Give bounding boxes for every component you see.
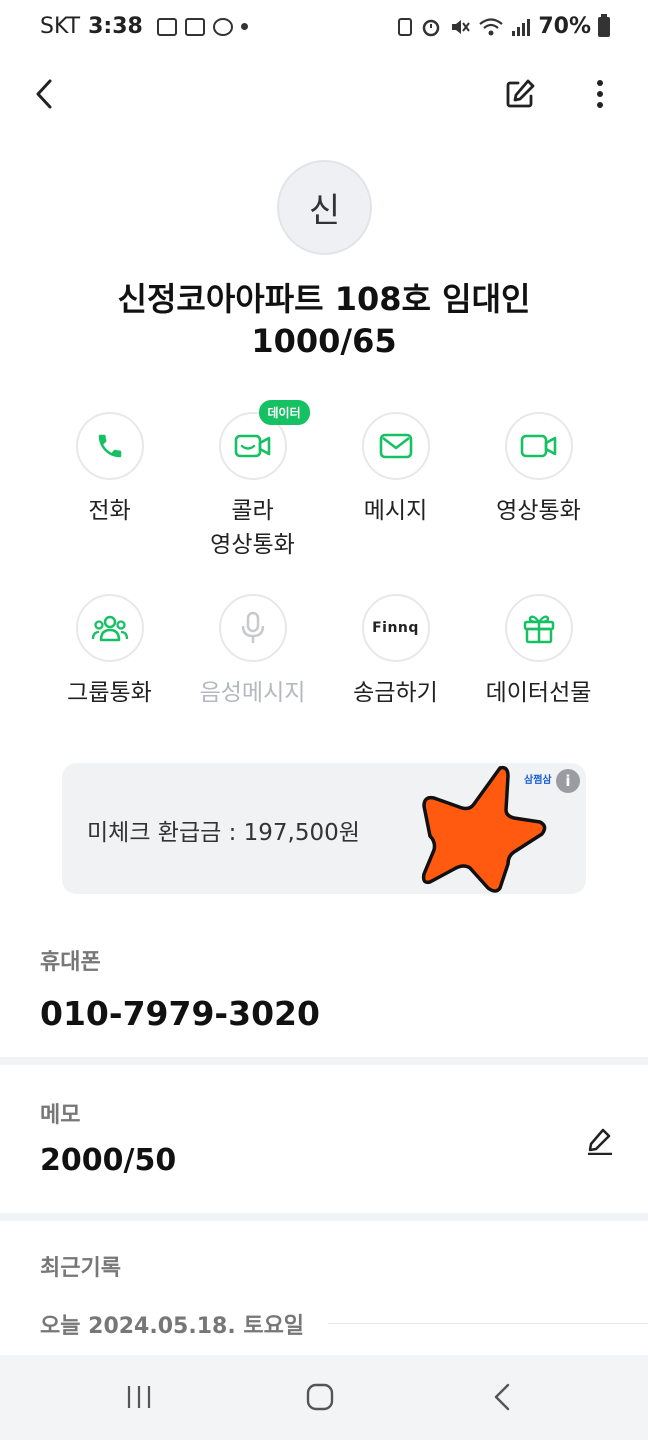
- pencil-icon: [588, 1128, 612, 1155]
- system-nav-bar: [0, 1355, 648, 1440]
- action-video-call[interactable]: 영상통화: [467, 412, 610, 528]
- edit-icon: [506, 79, 535, 108]
- gallery-icon: [156, 17, 177, 36]
- camera-icon: [520, 434, 556, 458]
- memo-edit-button[interactable]: [580, 1120, 620, 1160]
- contact-name: 신정코아아파트 108호 임대인 1000/65: [0, 278, 648, 362]
- info-icon[interactable]: i: [556, 769, 580, 793]
- carrier-label: SKT: [40, 14, 81, 39]
- status-right: 70%: [397, 13, 610, 39]
- edit-contact-button[interactable]: [498, 72, 542, 116]
- action-label: 콜라 영상통화: [210, 498, 295, 558]
- data-gift-button[interactable]: [504, 594, 573, 662]
- avatar-initial: 신: [308, 191, 341, 231]
- contact-name-line1: 신정코아아파트 108호 임대인: [117, 280, 531, 318]
- top-nav: [0, 64, 648, 124]
- action-voice-message[interactable]: 음성메시지: [181, 594, 324, 710]
- mail-icon: [379, 433, 412, 459]
- battery-icon: [598, 13, 610, 37]
- finnq-logo: Finnq: [372, 620, 419, 636]
- recent-apps-button[interactable]: [117, 1375, 161, 1419]
- clock: 3:38: [88, 14, 143, 39]
- battery-percent: 70%: [538, 14, 591, 39]
- nfc-icon: [398, 17, 413, 36]
- video-call-button[interactable]: [504, 412, 573, 480]
- more-vertical-icon: [597, 80, 603, 108]
- chevron-left-icon: [36, 79, 52, 109]
- home-icon: [306, 1383, 334, 1411]
- alarm-icon: [423, 19, 440, 36]
- gift-icon: [523, 615, 554, 644]
- colla-video-button[interactable]: 데이터: [218, 400, 310, 480]
- calendar-icon: [184, 17, 205, 36]
- action-label: 데이터선물: [485, 680, 592, 706]
- recent-date: 오늘 2024.05.18. 토요일: [40, 1314, 305, 1339]
- won-icon: [212, 17, 233, 36]
- more-notifications-icon: [240, 23, 248, 30]
- back-button[interactable]: [22, 72, 66, 116]
- message-button[interactable]: [361, 412, 430, 480]
- action-message[interactable]: 메시지: [324, 412, 467, 528]
- mute-icon: [452, 19, 471, 34]
- status-left: SKT 3:38: [40, 14, 248, 39]
- action-data-gift[interactable]: 데이터선물: [467, 594, 610, 710]
- call-button[interactable]: [75, 412, 144, 480]
- action-send-money[interactable]: Finnq 송금하기: [324, 594, 467, 710]
- back-arrow-icon: [494, 1383, 510, 1411]
- action-label: 영상통화: [496, 498, 581, 524]
- action-group-call[interactable]: 그룹통화: [38, 594, 181, 710]
- action-label: 전화: [88, 498, 131, 524]
- data-badge: 데이터: [258, 400, 310, 425]
- refund-text: 미체크 환급금 : 197,500원: [87, 820, 360, 846]
- notification-icons: [156, 17, 248, 36]
- voice-message-button[interactable]: [218, 594, 287, 662]
- memo-label: 메모: [40, 1103, 81, 1128]
- send-money-button[interactable]: Finnq: [361, 594, 430, 662]
- section-divider: [0, 1057, 648, 1065]
- recent-divider: [328, 1323, 648, 1324]
- avatar[interactable]: 신: [277, 160, 372, 255]
- phone-number[interactable]: 010-7979-3020: [40, 994, 320, 1033]
- action-call[interactable]: 전화: [38, 412, 181, 528]
- phone-icon: [98, 434, 121, 458]
- group-icon: [91, 615, 128, 642]
- signal-icon: [512, 18, 531, 36]
- action-label: 음성메시지: [199, 680, 306, 706]
- recent-apps-icon: [127, 1386, 151, 1408]
- action-label: 송금하기: [353, 680, 438, 706]
- status-bar: SKT 3:38 70%: [0, 0, 648, 56]
- video-call-icon: [234, 434, 270, 458]
- microphone-icon: [241, 611, 264, 643]
- system-back-button[interactable]: [480, 1375, 524, 1419]
- action-label: 그룹통화: [67, 680, 152, 706]
- contact-name-line2: 1000/65: [251, 322, 397, 360]
- group-call-button[interactable]: [75, 594, 144, 662]
- section-divider: [0, 1213, 648, 1221]
- home-button[interactable]: [298, 1375, 342, 1419]
- phone-label: 휴대폰: [40, 950, 101, 975]
- wifi-icon: [479, 17, 504, 35]
- memo-value: 2000/50: [40, 1143, 177, 1178]
- star-icon: [421, 765, 547, 893]
- action-colla-video[interactable]: 데이터 콜라 영상통화: [181, 400, 324, 562]
- recent-label: 최근기록: [40, 1256, 121, 1281]
- more-options-button[interactable]: [578, 72, 622, 116]
- action-label: 메시지: [363, 498, 428, 524]
